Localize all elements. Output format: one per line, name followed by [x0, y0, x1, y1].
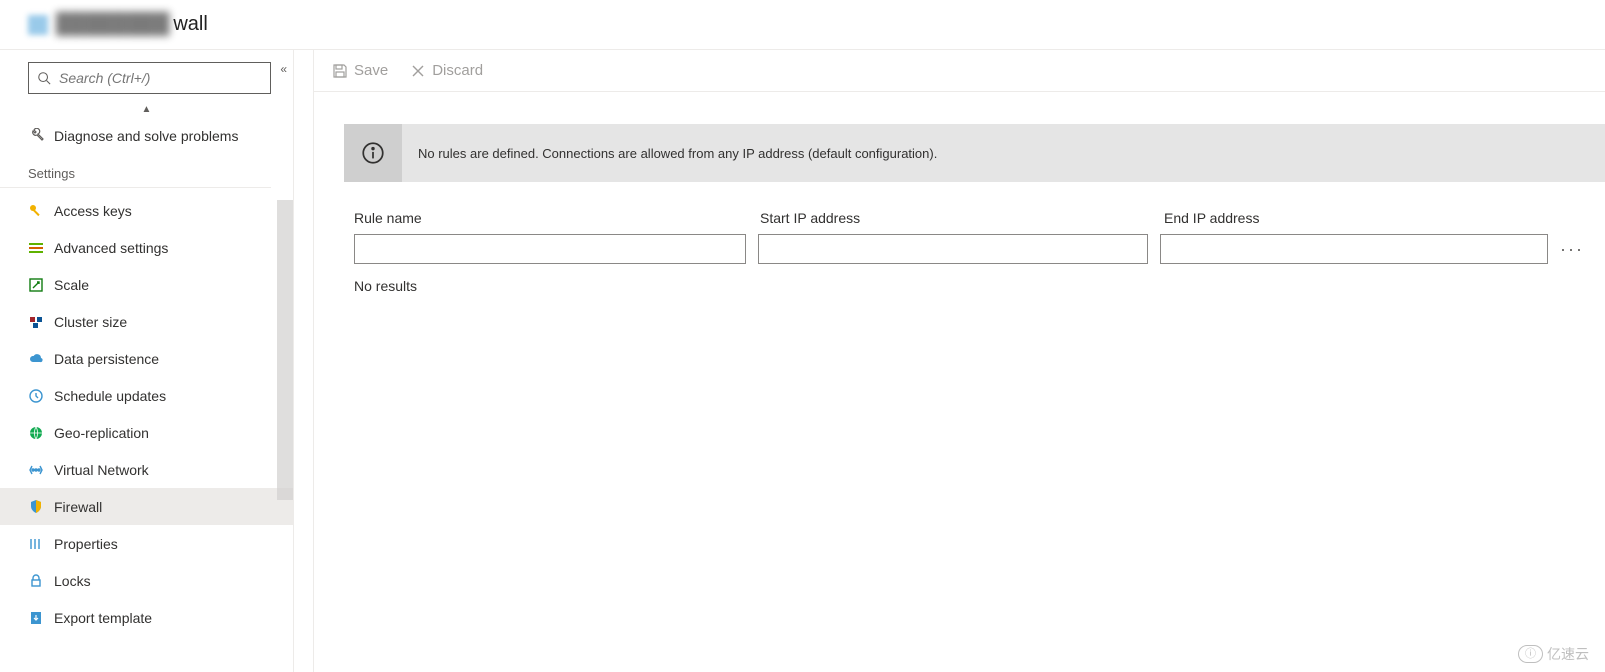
- watermark: ⓘ 亿速云: [1518, 644, 1589, 664]
- properties-icon: [28, 536, 54, 552]
- nav-export-template[interactable]: Export template: [0, 599, 293, 636]
- nav-cluster-size[interactable]: Cluster size: [0, 303, 293, 340]
- cloud-icon: [28, 351, 54, 367]
- nav-access-keys[interactable]: Access keys: [0, 192, 293, 229]
- column-rule-name: Rule name: [354, 210, 746, 226]
- nav-data-persistence[interactable]: Data persistence: [0, 340, 293, 377]
- nav-item-label: Geo-replication: [54, 425, 149, 441]
- panel-gutter: [294, 50, 314, 672]
- discard-label: Discard: [432, 62, 483, 79]
- discard-button[interactable]: Discard: [410, 62, 483, 79]
- row-actions-button[interactable]: ···: [1560, 239, 1584, 260]
- cluster-icon: [28, 314, 54, 330]
- nav-schedule-updates[interactable]: Schedule updates: [0, 377, 293, 414]
- command-bar: Save Discard: [314, 50, 1605, 92]
- watermark-badge-icon: ⓘ: [1518, 645, 1543, 663]
- shield-icon: [28, 499, 54, 515]
- nav-item-label: Properties: [54, 536, 118, 552]
- globe-icon: [28, 425, 54, 441]
- nav-item-label: Cluster size: [54, 314, 127, 330]
- nav-item-label: Advanced settings: [54, 240, 168, 256]
- export-icon: [28, 610, 54, 626]
- nav-item-label: Locks: [54, 573, 91, 589]
- info-icon: [344, 124, 402, 182]
- save-label: Save: [354, 62, 388, 79]
- nav-advanced-settings[interactable]: Advanced settings: [0, 229, 293, 266]
- clock-icon: [28, 388, 54, 404]
- sidebar-search[interactable]: [28, 62, 271, 94]
- info-banner: No rules are defined. Connections are al…: [344, 124, 1605, 182]
- page-title-obscured: ████████: [56, 13, 169, 36]
- wrench-icon: [28, 128, 54, 144]
- nav-item-label: Export template: [54, 610, 152, 626]
- no-results-label: No results: [344, 278, 1584, 294]
- nav-item-label: Access keys: [54, 203, 132, 219]
- nav-item-label: Firewall: [54, 499, 102, 515]
- nav-virtual-network[interactable]: Virtual Network: [0, 451, 293, 488]
- firewall-rules-table: Rule name Start IP address End IP addres…: [344, 210, 1605, 294]
- column-end-ip: End IP address: [1164, 210, 1552, 226]
- rules-input-row: ···: [344, 234, 1584, 264]
- rule-name-input[interactable]: [354, 234, 746, 264]
- nav-item-label: Virtual Network: [54, 462, 149, 478]
- nav-item-label: Scale: [54, 277, 89, 293]
- save-icon: [332, 63, 348, 79]
- sidebar-section-settings: Settings: [0, 154, 271, 188]
- info-banner-text: No rules are defined. Connections are al…: [402, 124, 937, 182]
- search-icon: [37, 71, 51, 85]
- sliders-icon: [28, 240, 54, 256]
- nav-firewall[interactable]: Firewall: [0, 488, 293, 525]
- sidebar-search-input[interactable]: [59, 70, 262, 86]
- discard-icon: [410, 63, 426, 79]
- page-header: ████████ wall: [0, 0, 1605, 50]
- key-icon: [28, 203, 54, 219]
- nav-item-label: Schedule updates: [54, 388, 166, 404]
- main-panel: Save Discard No rules are defined. Conne…: [314, 50, 1605, 672]
- save-button[interactable]: Save: [332, 62, 388, 79]
- vnet-icon: [28, 462, 54, 478]
- scale-icon: [28, 277, 54, 293]
- end-ip-input[interactable]: [1160, 234, 1548, 264]
- nav-locks[interactable]: Locks: [0, 562, 293, 599]
- nav-scale[interactable]: Scale: [0, 266, 293, 303]
- page-title-suffix: wall: [173, 13, 207, 36]
- rules-header-row: Rule name Start IP address End IP addres…: [344, 210, 1584, 226]
- column-start-ip: Start IP address: [760, 210, 1150, 226]
- sidebar: « ▲ Diagnose and solve problems Settings…: [0, 50, 294, 672]
- nav-item-label: Data persistence: [54, 351, 159, 367]
- nav-item-label: Diagnose and solve problems: [54, 128, 238, 144]
- sidebar-scrollbar[interactable]: [277, 200, 293, 500]
- sidebar-scroll-up-indicator[interactable]: ▲: [0, 100, 293, 117]
- watermark-text: 亿速云: [1547, 644, 1589, 664]
- sidebar-collapse-button[interactable]: «: [280, 62, 287, 76]
- nav-diagnose[interactable]: Diagnose and solve problems: [0, 117, 293, 154]
- resource-type-icon: [28, 15, 48, 35]
- start-ip-input[interactable]: [758, 234, 1148, 264]
- lock-icon: [28, 573, 54, 589]
- nav-geo-replication[interactable]: Geo-replication: [0, 414, 293, 451]
- nav-properties[interactable]: Properties: [0, 525, 293, 562]
